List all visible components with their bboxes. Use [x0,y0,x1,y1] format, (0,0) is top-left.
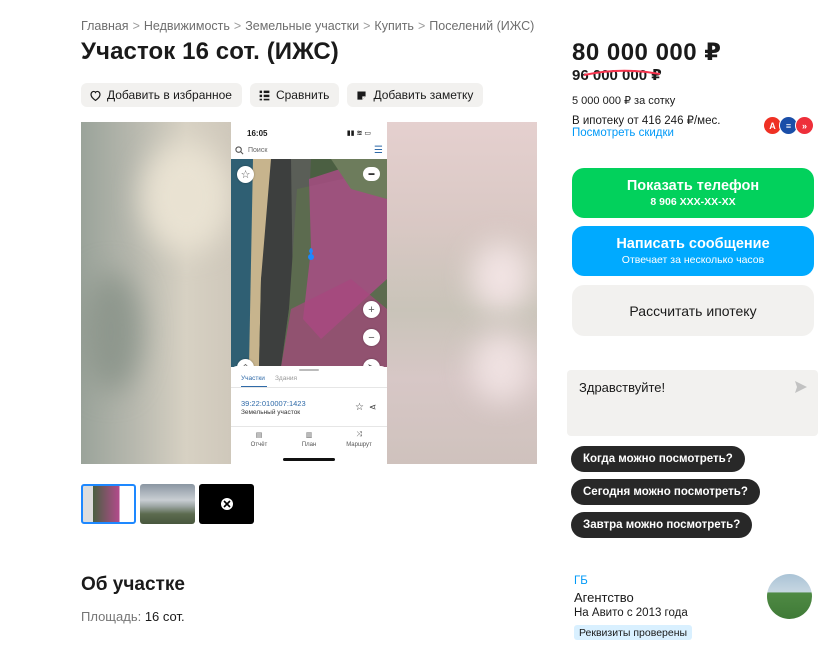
price-per-sotka: 5 000 000 ₽ за сотку [572,95,676,107]
calculate-mortgage-label: Рассчитать ипотеку [629,302,757,319]
star-icon: ☆ [355,402,364,413]
phone-search-bar: Поиск ☰ [235,143,383,157]
zoom-in-icon: + [363,301,380,318]
verified-badge: Реквизиты проверены [574,625,693,640]
chevron-right-icon: > [417,19,426,33]
area-label: Площадь: [81,609,142,624]
share-icon: ⋖ [369,402,377,412]
gallery-main-image[interactable]: 16:05 ▮▮ ≋ ▭ Поиск ☰ ☆ ▬ + − Участки Зда… [231,122,387,464]
phone-tab-plots: Участки [241,375,265,382]
message-input[interactable]: Здравствуйте! [567,370,818,436]
area-row: Площадь: 16 сот. [81,609,185,624]
drag-handle [299,369,319,371]
chevron-right-icon: > [363,19,371,33]
phone-time: 16:05 [247,128,268,138]
photo-gallery[interactable]: 16:05 ▮▮ ≋ ▭ Поиск ☰ ☆ ▬ + − Участки Зда… [81,122,537,464]
page-title: Участок 16 сот. (ИЖС) [81,38,339,65]
zoom-out-icon: − [363,329,380,346]
gallery-blur-background [471,242,531,312]
phone-tab-buildings: Здания [275,375,298,382]
listing-actions: Добавить в избранное Сравнить Добавить з… [81,83,484,107]
breadcrumb: Главная > Недвижимость > Земельные участки > К… [81,19,534,33]
breadcrumb-item[interactable]: Недвижимость [144,19,230,33]
gallery-thumbnails [81,484,254,524]
seller-avatar[interactable] [767,574,812,619]
quick-reply-chip[interactable]: Когда можно посмотреть? [571,446,745,472]
show-phone-button[interactable]: Показать телефон 8 906 XXX-XX-XX [572,168,814,218]
add-note-button[interactable]: Добавить заметку [347,83,484,107]
object-type: Земельный участок [241,409,301,416]
seller-name-link[interactable]: ГБ [574,575,588,587]
breadcrumb-item[interactable]: Главная [81,19,129,33]
thumbnail-3[interactable] [199,484,254,524]
divider [231,387,387,388]
compare-button[interactable]: Сравнить [249,83,340,107]
search-icon [235,145,244,154]
route-icon: ⤨ [356,431,362,438]
phone-status-bar: 16:05 ▮▮ ≋ ▭ [231,122,387,144]
message-text: Здравствуйте! [579,380,666,395]
send-icon[interactable] [794,380,808,394]
breadcrumb-item[interactable]: Купить [374,19,414,33]
thumbnail-2[interactable] [140,484,195,524]
phone-nav-report: Отчёт [250,442,268,448]
note-icon [357,90,366,100]
phone-nav-route: Маршрут [346,442,372,448]
price-strike-line [584,69,660,76]
masked-phone: 8 906 XXX-XX-XX [650,196,736,208]
seller-type: Агентство [574,590,634,605]
see-discounts-link[interactable]: Посмотреть скидки [572,127,674,139]
divider [231,426,387,427]
bank-c-icon: » [795,116,814,135]
quick-reply-chip[interactable]: Сегодня можно посмотреть? [571,479,760,505]
seller-since: На Авито с 2013 года [574,607,688,619]
gallery-blur-background [471,332,531,402]
add-to-favorites-label: Добавить в избранное [107,88,232,102]
gallery-more-icon [220,498,233,510]
gallery-blur-background [81,272,141,392]
phone-nav-plan: План [301,442,317,448]
satellite-map: ☆ ▬ + − ◈ ➤ [231,159,387,367]
phone-info-panel: Участки Здания 39:22:010007:1423 Земельн… [231,366,387,464]
about-heading: Об участке [81,574,185,595]
favorite-star-button: ☆ [237,166,254,183]
home-indicator [283,458,335,461]
heart-icon [90,90,101,101]
show-phone-label: Показать телефон [626,178,760,194]
compare-icon [259,90,270,100]
write-message-label: Написать сообщение [616,236,770,252]
reply-time: Отвечает за несколько часов [621,254,765,266]
menu-icon: ☰ [374,144,383,156]
chevron-right-icon: > [132,19,140,33]
compare-label: Сравнить [275,88,330,102]
calculate-mortgage-button[interactable]: Рассчитать ипотеку [572,285,814,336]
partner-banks: A ≡ » [763,116,814,135]
chevron-right-icon: > [233,19,242,33]
map-layer-badge: ▬ [363,167,380,181]
quick-reply-chip[interactable]: Завтра можно посмотреть? [571,512,753,538]
signal-battery-icon: ▮▮ ≋ ▭ [346,130,371,137]
mortgage-estimate: В ипотеку от 416 246 ₽/мес. [572,115,721,127]
add-to-favorites-button[interactable]: Добавить в избранное [81,83,242,107]
phone-search-placeholder: Поиск [248,146,268,154]
price: 80 000 000 ₽ [572,39,722,66]
thumbnail-1[interactable] [81,484,136,524]
breadcrumb-item[interactable]: Поселений (ИЖС) [429,19,534,33]
breadcrumb-item[interactable]: Земельные участки [245,19,359,33]
plan-icon: ▥ [305,432,313,439]
cadastral-number: 39:22:010007:1423 [241,399,306,408]
report-icon: ▤ [255,432,263,439]
gallery-blur-background [141,142,231,252]
area-value: 16 сот. [144,609,185,624]
add-note-label: Добавить заметку [373,88,474,102]
write-message-button[interactable]: Написать сообщение Отвечает за несколько… [572,226,814,276]
